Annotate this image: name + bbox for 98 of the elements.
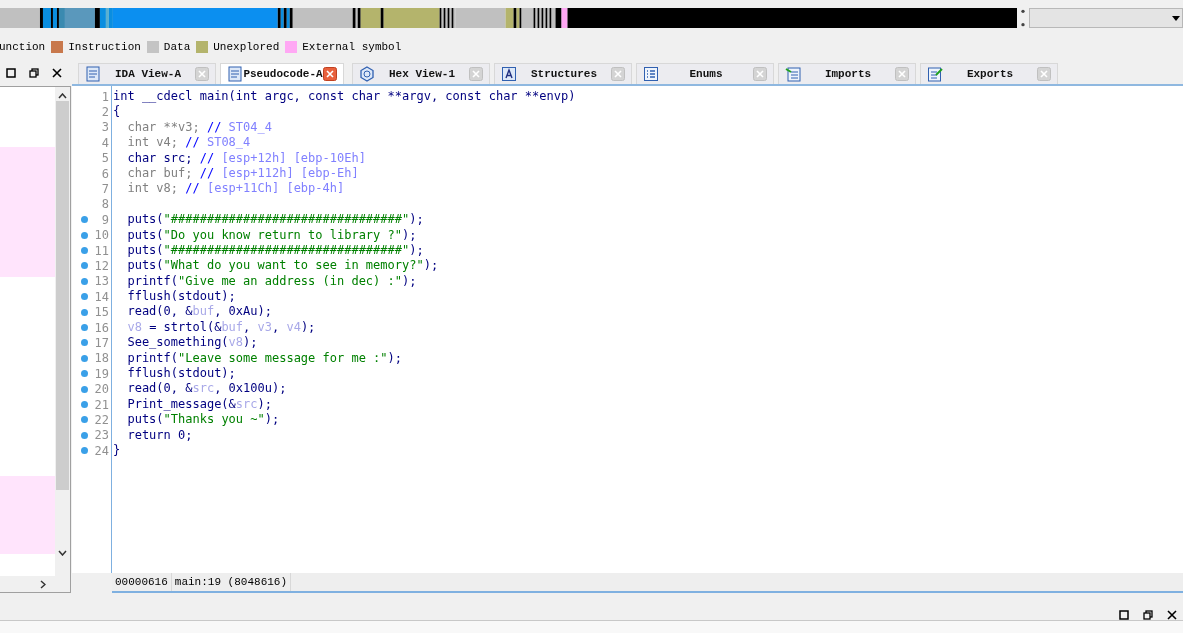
code-line: { <box>113 104 121 120</box>
line-number: 12 <box>93 259 110 273</box>
code-line: read(0, &src, 0x100u); <box>126 381 287 397</box>
code-line: printf("Give me an address (in dec) :"); <box>126 273 417 290</box>
close-icon[interactable] <box>52 68 62 78</box>
document-icon <box>227 66 243 82</box>
legend-label: Unexplored <box>213 41 280 53</box>
code-line: char **v3; // ST04_4 <box>126 119 272 136</box>
hexagon-icon <box>359 66 375 82</box>
line-number: 19 <box>93 366 110 381</box>
line-number: 21 <box>93 397 110 412</box>
line-marker-icon[interactable] <box>81 431 88 439</box>
scroll-down-icon[interactable] <box>58 550 67 556</box>
line-marker-icon[interactable] <box>81 447 88 455</box>
export-table-icon <box>927 66 943 82</box>
restore-icon[interactable] <box>29 68 39 78</box>
tab[interactable]: Enums <box>636 63 774 84</box>
code-line: char src; // [esp+12h] [ebp-10Eh] <box>126 150 366 166</box>
code-line: } <box>113 443 121 459</box>
code-line: int v8; // [esp+11Ch] [ebp-4h] <box>126 181 345 197</box>
line-number: 8 <box>100 197 110 212</box>
list-icon <box>643 66 659 82</box>
legend-label: unction <box>0 41 46 53</box>
line-marker-icon[interactable] <box>81 324 88 332</box>
line-marker-icon[interactable] <box>81 354 88 362</box>
horizontal-scrollbar[interactable] <box>0 576 70 592</box>
line-number: 13 <box>93 274 110 289</box>
line-number: 7 <box>100 182 110 197</box>
maximize-icon[interactable] <box>1119 610 1129 620</box>
dropdown-arrow-icon <box>1172 15 1180 21</box>
code-line: puts("################################"); <box>126 212 424 228</box>
legend-label: Data <box>163 41 191 53</box>
line-marker-icon[interactable] <box>81 339 88 347</box>
navigation-band[interactable] <box>0 8 1018 28</box>
line-number: 24 <box>93 443 110 458</box>
maximize-icon[interactable] <box>6 68 16 78</box>
code-line: fflush(stdout); <box>126 289 236 305</box>
legend-label: Instruction <box>68 41 141 53</box>
code-line: int __cdecl main(int argc, const char **argv, const char **envp) <box>113 89 576 105</box>
line-marker-icon[interactable] <box>81 416 88 424</box>
code-line: read(0, &buf, 0xAu); <box>126 304 272 320</box>
line-number: 5 <box>100 151 110 166</box>
line-number: 4 <box>100 135 110 150</box>
code-line: puts("################################"); <box>126 242 424 259</box>
line-marker-icon[interactable] <box>81 231 88 239</box>
code-line: int v4; // ST08_4 <box>126 135 251 151</box>
line-number: 23 <box>93 428 110 443</box>
code-line: fflush(stdout); <box>126 366 236 382</box>
line-number: 14 <box>93 289 110 304</box>
vertical-scrollbar[interactable] <box>55 87 70 576</box>
structure-icon <box>501 66 517 82</box>
tab[interactable]: Exports <box>920 63 1058 84</box>
status-text: 00000616 <box>112 573 172 591</box>
line-number: 1 <box>100 89 110 104</box>
status-text: main:19 (8048616) <box>171 573 292 591</box>
line-number: 17 <box>93 335 110 350</box>
line-number: 22 <box>93 412 110 427</box>
line-number: 9 <box>100 212 110 227</box>
tab[interactable]: Pseudocode-A <box>220 63 344 84</box>
tab[interactable]: IDA View-A <box>78 63 216 84</box>
code-line: puts("Do you know return to library ?"); <box>126 227 417 243</box>
restore-icon[interactable] <box>1143 610 1153 620</box>
line-marker-icon[interactable] <box>81 247 88 255</box>
scroll-up-icon[interactable] <box>58 93 67 99</box>
line-number: 18 <box>93 351 110 366</box>
line-marker-icon[interactable] <box>81 370 88 378</box>
code-line: See_something(v8); <box>126 335 258 351</box>
close-icon[interactable] <box>1167 610 1177 620</box>
line-marker-icon[interactable] <box>81 216 88 224</box>
line-number: 15 <box>93 305 110 320</box>
tab[interactable]: Hex View-1 <box>352 63 490 84</box>
code-line: puts("What do you want to see in memory?"); <box>126 258 439 274</box>
line-number: 10 <box>93 228 110 243</box>
code-line: char buf; // [esp+112h] [ebp-Eh] <box>126 165 359 182</box>
line-marker-icon[interactable] <box>81 385 88 393</box>
document-icon <box>85 66 101 82</box>
code-line: printf("Leave some message for me :"); <box>126 350 402 367</box>
line-number: 20 <box>93 382 110 397</box>
scrollbar-thumb[interactable] <box>56 101 69 490</box>
legend-label: External symbol <box>302 41 402 53</box>
line-marker-icon[interactable] <box>81 262 88 270</box>
line-marker-icon[interactable] <box>81 293 88 301</box>
tab[interactable]: Imports <box>778 63 916 84</box>
import-table-icon <box>785 66 801 82</box>
line-marker-icon[interactable] <box>81 401 88 408</box>
scroll-right-icon[interactable] <box>40 579 46 589</box>
line-number: 11 <box>93 243 110 258</box>
line-number: 6 <box>100 166 110 181</box>
line-marker-icon[interactable] <box>81 308 88 316</box>
code-line: return 0; <box>126 427 193 443</box>
line-number: 16 <box>93 320 110 335</box>
line-number: 2 <box>100 105 110 120</box>
line-number: 3 <box>100 120 110 135</box>
code-line: Print_message(&src); <box>126 396 272 413</box>
tab[interactable]: Structures <box>494 63 632 84</box>
code-line: puts("Thanks you ~"); <box>126 412 280 428</box>
line-marker-icon[interactable] <box>81 277 88 285</box>
code-line: v8 = strtol(&buf, v3, v4); <box>126 319 316 336</box>
